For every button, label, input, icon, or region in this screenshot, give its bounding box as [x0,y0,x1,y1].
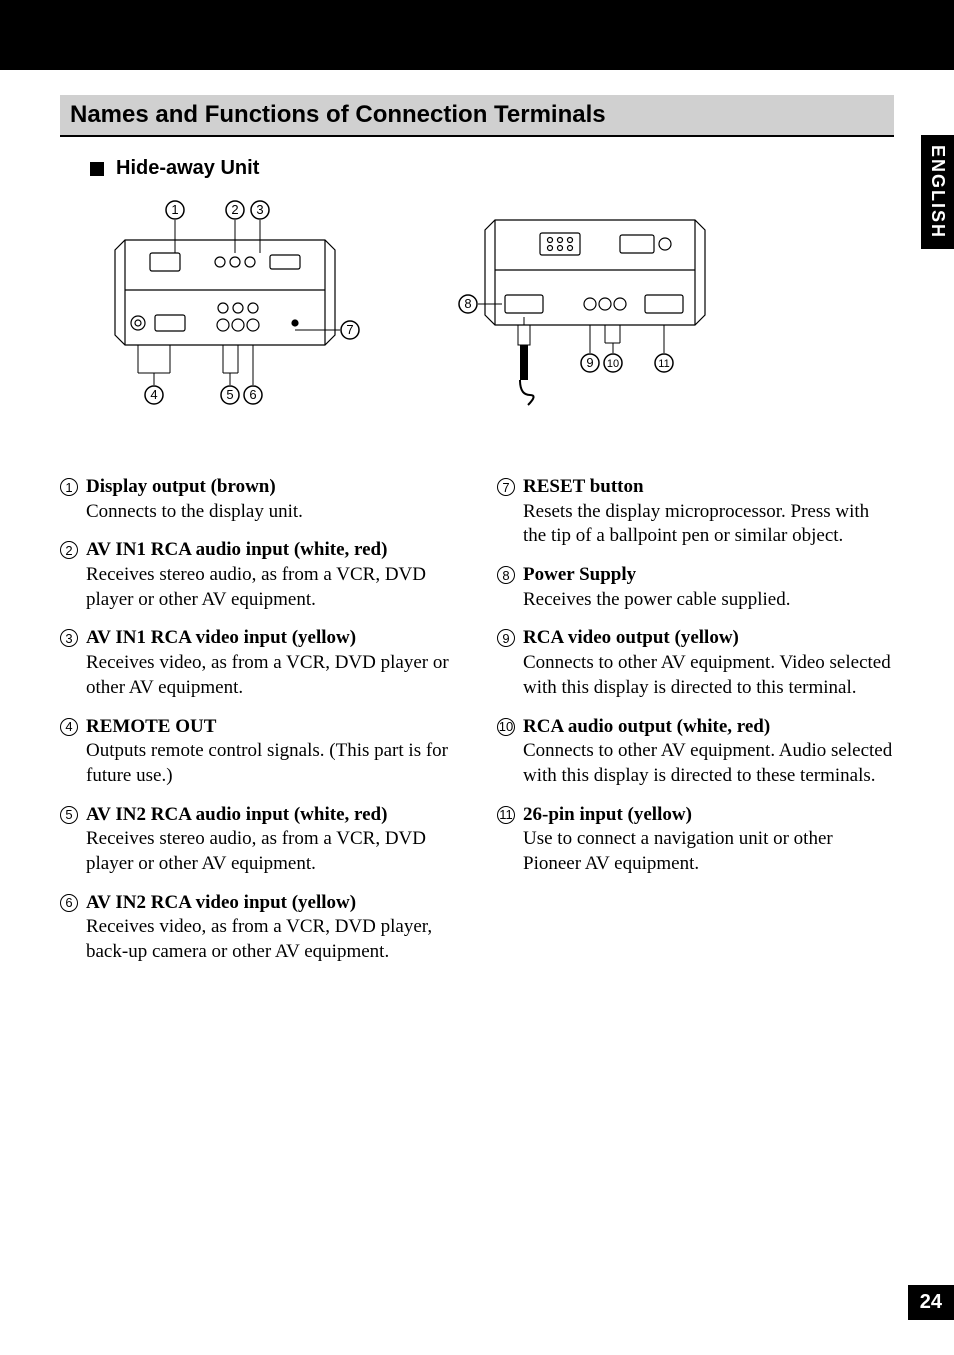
page-number: 24 [908,1285,954,1320]
svg-text:4: 4 [150,387,157,402]
item-description: Receives stereo audio, as from a VCR, DV… [86,827,457,876]
terminal-item: 2 AV IN1 RCA audio input (white, red) Re… [60,538,457,612]
svg-text:11: 11 [658,358,669,370]
item-title: RCA audio output (white, red) [523,715,894,740]
item-description: Connects to other AV equipment. Video se… [523,651,894,700]
top-black-bar [0,0,954,70]
item-description: Resets the display microprocessor. Press… [523,500,894,549]
terminal-item: 9 RCA video output (yellow) Connects to … [497,626,894,700]
item-title: RESET button [523,475,894,500]
terminal-item: 3 AV IN1 RCA video input (yellow) Receiv… [60,626,457,700]
circled-number-icon: 7 [497,478,515,496]
item-description: Connects to other AV equipment. Audio se… [523,739,894,788]
diagram-left: 1 2 3 [90,195,370,415]
terminal-item: 5 AV IN2 RCA audio input (white, red) Re… [60,803,457,877]
terminal-item: 7 RESET button Resets the display microp… [497,475,894,549]
item-description: Receives the power cable supplied. [523,588,894,613]
terminal-item: 4 REMOTE OUT Outputs remote control sign… [60,715,457,789]
item-title: RCA video output (yellow) [523,626,894,651]
item-title: AV IN1 RCA audio input (white, red) [86,538,457,563]
subsection-title: Hide-away Unit [116,157,259,180]
item-title: Display output (brown) [86,475,457,500]
language-tab: ENGLISH [921,135,954,249]
circled-number-icon: 11 [497,806,515,824]
subsection-header: Hide-away Unit [90,157,894,180]
item-title: 26-pin input (yellow) [523,803,894,828]
svg-text:10: 10 [607,358,619,370]
terminal-item: 1 Display output (brown) Connects to the… [60,475,457,524]
item-title: Power Supply [523,563,894,588]
circled-number-icon: 9 [497,629,515,647]
left-column: 1 Display output (brown) Connects to the… [60,475,457,979]
bullet-square-icon [90,162,104,176]
right-column: 7 RESET button Resets the display microp… [497,475,894,979]
svg-text:9: 9 [586,355,593,370]
item-description: Receives video, as from a VCR, DVD playe… [86,915,457,964]
circled-number-icon: 2 [60,541,78,559]
circled-number-icon: 1 [60,478,78,496]
section-header: Names and Functions of Connection Termin… [60,95,894,137]
circled-number-icon: 8 [497,566,515,584]
svg-text:3: 3 [256,202,263,217]
item-description: Receives video, as from a VCR, DVD playe… [86,651,457,700]
item-title: AV IN1 RCA video input (yellow) [86,626,457,651]
svg-text:6: 6 [249,387,256,402]
terminal-item: 6 AV IN2 RCA video input (yellow) Receiv… [60,891,457,965]
diagram-right: 8 9 10 11 [450,195,730,415]
item-description: Receives stereo audio, as from a VCR, DV… [86,563,457,612]
circled-number-icon: 6 [60,894,78,912]
circled-number-icon: 4 [60,718,78,736]
svg-text:8: 8 [464,296,471,311]
terminal-item: 10 RCA audio output (white, red) Connect… [497,715,894,789]
item-title: REMOTE OUT [86,715,457,740]
section-title: Names and Functions of Connection Termin… [70,101,884,129]
item-description: Connects to the display unit. [86,500,457,525]
item-description: Use to connect a navigation unit or othe… [523,827,894,876]
svg-text:2: 2 [231,202,238,217]
item-title: AV IN2 RCA audio input (white, red) [86,803,457,828]
svg-text:5: 5 [226,387,233,402]
terminal-item: 8 Power Supply Receives the power cable … [497,563,894,612]
item-title: AV IN2 RCA video input (yellow) [86,891,457,916]
svg-text:1: 1 [171,202,178,217]
item-description: Outputs remote control signals. (This pa… [86,739,457,788]
circled-number-icon: 10 [497,718,515,736]
circled-number-icon: 5 [60,806,78,824]
terminal-item: 11 26-pin input (yellow) Use to connect … [497,803,894,877]
svg-text:7: 7 [346,322,353,337]
circled-number-icon: 3 [60,629,78,647]
